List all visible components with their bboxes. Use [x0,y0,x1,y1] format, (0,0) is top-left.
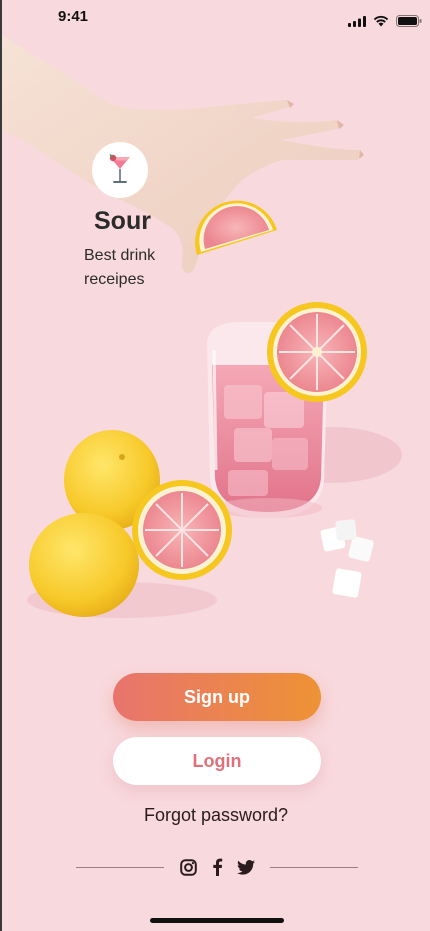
instagram-button[interactable] [178,857,198,877]
lemon-front [29,513,139,617]
facebook-button[interactable] [207,857,227,877]
twitter-icon [237,859,255,875]
forgot-password-link[interactable]: Forgot password? [2,805,430,826]
status-time: 9:41 [58,8,89,25]
app-tagline: Best drink receipes [84,247,156,288]
sugar-cubes [320,519,374,598]
app-screen: 9:41 Sour Best drink receipes Sign up Lo… [2,0,430,931]
signal-icon [348,15,366,27]
cocktail-glass-icon [109,154,130,183]
twitter-button[interactable] [236,857,256,877]
signup-button[interactable]: Sign up [113,673,321,721]
brand-logo [92,142,148,198]
hand-illustration [2,35,364,274]
divider-left [76,867,164,868]
divider-right [270,867,358,868]
home-indicator [150,918,284,923]
status-bar: 9:41 [2,0,430,40]
wifi-icon [373,15,389,27]
status-icons [348,15,422,27]
hero-illustration [2,35,402,618]
login-button[interactable]: Login [113,737,321,785]
grapefruit-half [132,480,232,580]
battery-icon [396,15,422,27]
grapefruit-wheel [267,302,367,402]
app-name: Sour [94,207,151,235]
instagram-icon [179,858,197,876]
facebook-icon [212,858,222,876]
